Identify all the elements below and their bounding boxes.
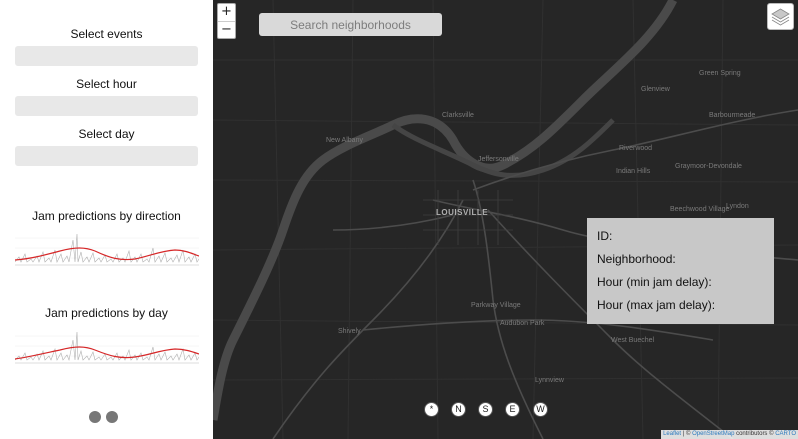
select-day-label: Select day [78,127,135,141]
direction-east-button[interactable]: E [505,402,520,417]
layers-button[interactable] [767,3,794,30]
direction-west-button[interactable]: W [533,402,548,417]
label-louisville: LOUISVILLE [436,208,489,217]
info-hour-max: Hour (max jam delay): [597,298,716,312]
layers-icon [771,8,790,26]
info-hour-min: Hour (min jam delay): [597,275,712,289]
day-mini-chart [15,331,199,364]
select-events-dropdown[interactable] [15,46,198,66]
attribution-contrib: contributors © [734,431,776,437]
leaflet-link[interactable]: Leaflet [663,431,681,437]
label-indian-hills: Indian Hills [616,168,651,175]
info-neighborhood: Neighborhood: [597,252,676,266]
label-crossgate: Graymoor-Devondale [675,163,742,170]
label-beechwood: Beechwood Village [670,206,730,213]
direction-north-button[interactable]: N [451,402,466,417]
select-hour-dropdown[interactable] [15,96,198,116]
page-dot-1[interactable] [89,411,101,423]
label-jeffersonville: Jeffersonville [478,156,519,163]
select-day-dropdown[interactable] [15,146,198,166]
zoom-control: + − [217,3,236,39]
select-events-label: Select events [70,27,143,41]
label-barbourmeade: Barbourmeade [709,112,756,119]
label-clarksville: Clarksville [442,112,474,119]
chart-direction-title: Jam predictions by direction [32,209,181,223]
direction-all-button[interactable]: * [424,402,439,417]
osm-link[interactable]: OpenStreetMap [692,431,734,437]
label-audubon: Audubon Park [500,320,545,327]
map-canvas[interactable]: LOUISVILLE New Albany Clarksville Jeffer… [213,0,798,439]
label-parkway: Parkway Village [471,302,521,309]
direction-south-button[interactable]: S [478,402,493,417]
direction-mini-chart [15,233,199,266]
label-new-albany: New Albany [326,137,363,144]
sidebar: Select events Select hour Select day Jam… [0,0,213,439]
zoom-in-button[interactable]: + [218,4,235,21]
label-glenview: Glenview [641,86,670,93]
info-panel: ID: Neighborhood: Hour (min jam delay): … [587,218,774,324]
label-green-spring: Green Spring [699,70,741,77]
label-shively: Shively [338,328,361,335]
select-hour-label: Select hour [76,77,137,91]
label-lynnview: Lynnview [535,377,564,384]
label-west-buechel: West Buechel [611,337,655,344]
chart-day-title: Jam predictions by day [45,306,168,320]
label-riverwood: Riverwood [619,145,653,152]
zoom-out-button[interactable]: − [218,21,235,38]
carto-link[interactable]: CARTO [775,431,796,437]
map-attribution: Leaflet | © OpenStreetMap contributors ©… [661,430,798,439]
info-id: ID: [597,229,613,243]
attribution-sep: | © [681,431,693,437]
neighborhood-search-input[interactable] [259,13,442,36]
page-dot-2[interactable] [106,411,118,423]
